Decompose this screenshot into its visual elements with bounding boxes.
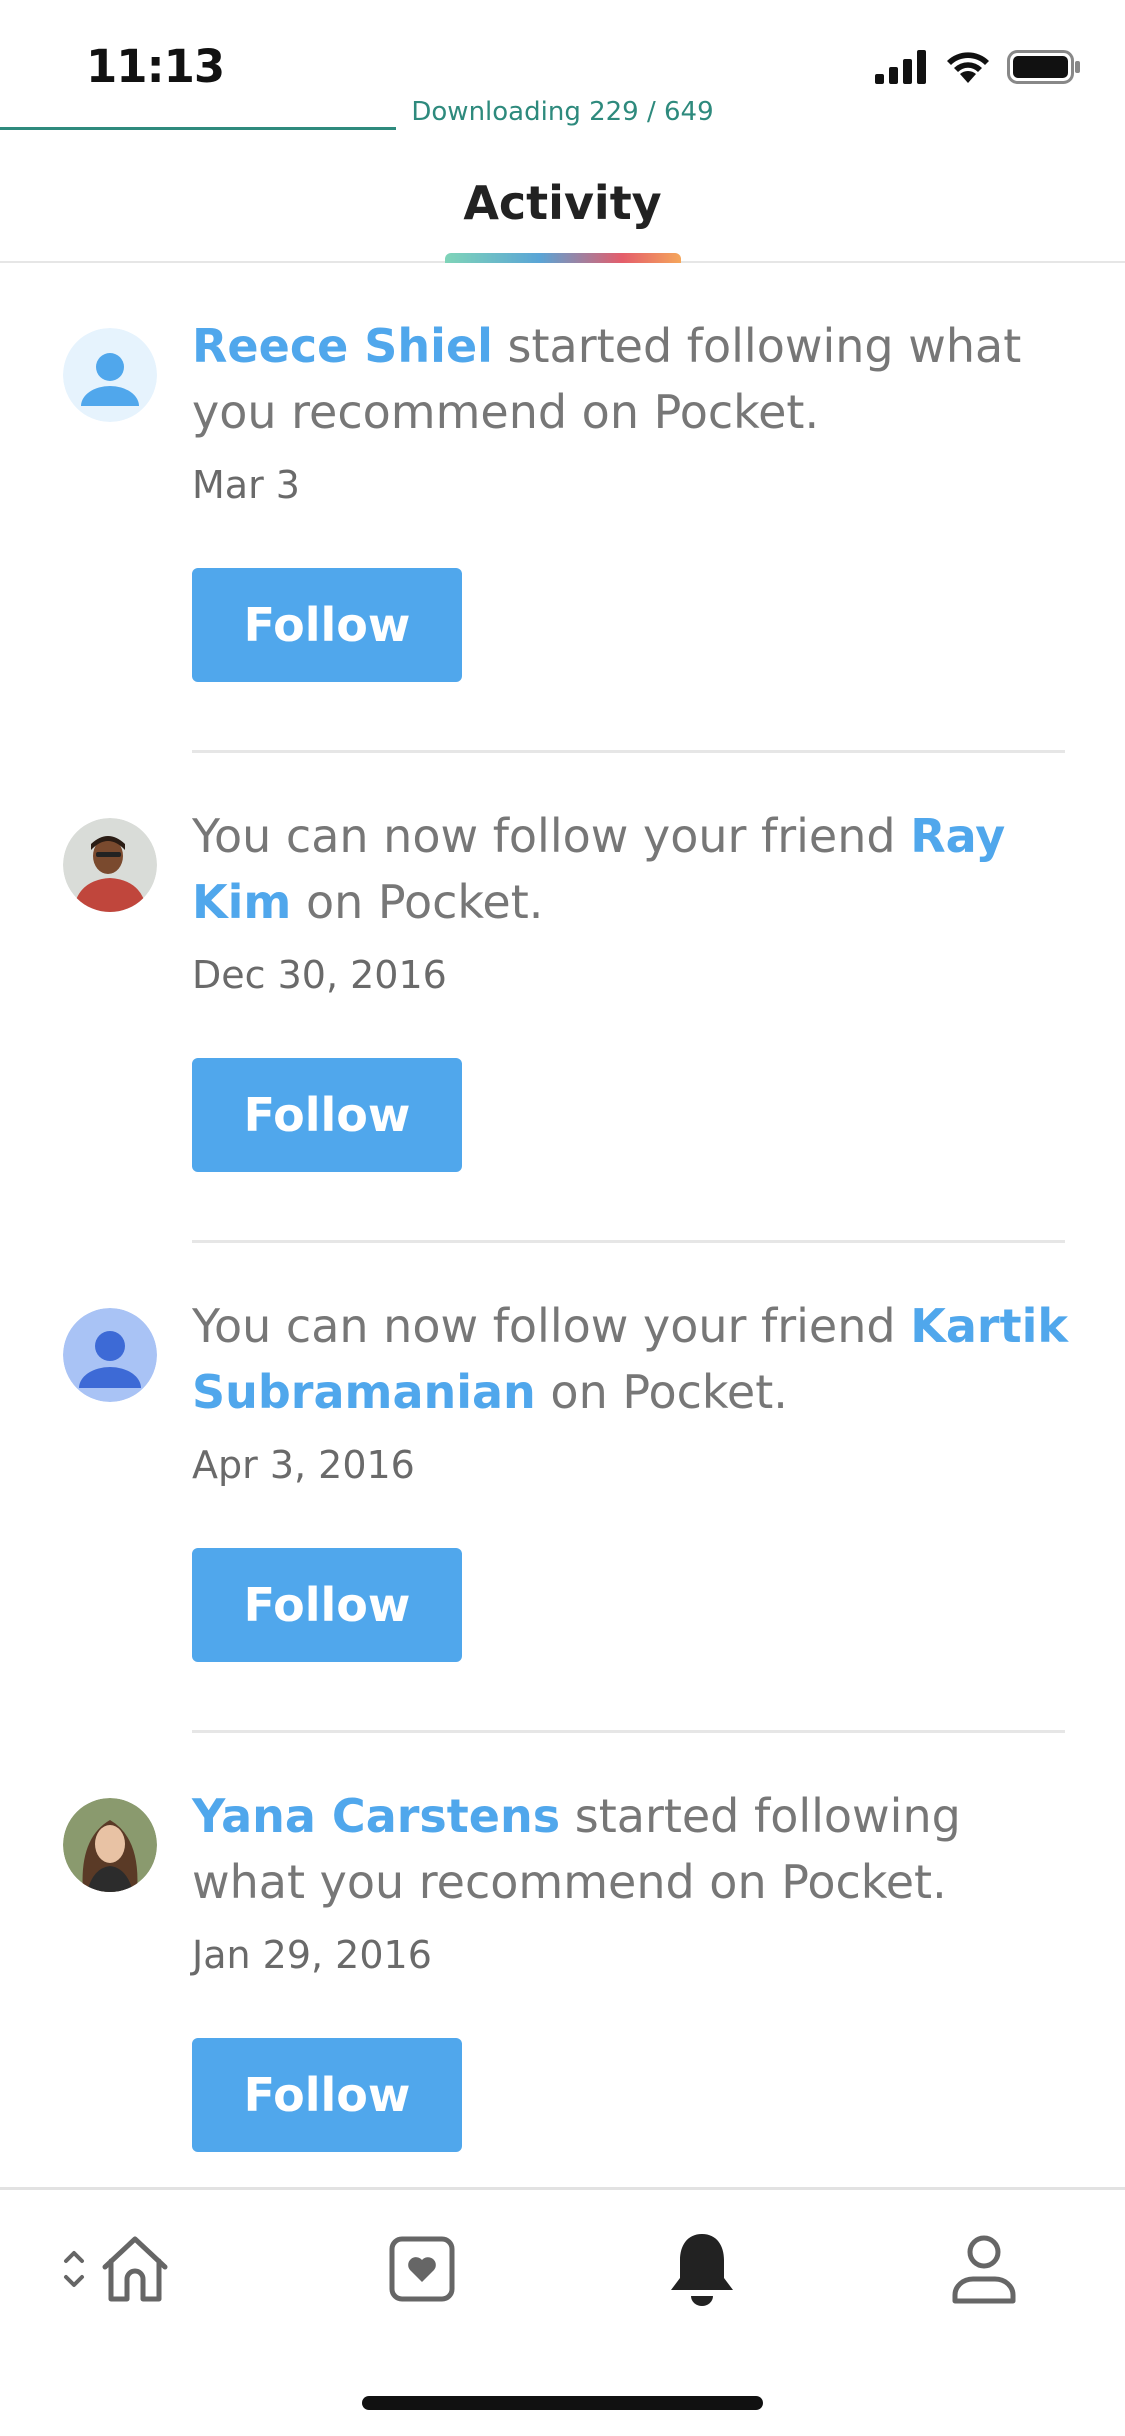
tab-home[interactable]	[52, 2226, 182, 2316]
tab-profile[interactable]	[934, 2226, 1034, 2316]
list-item: Reece Shiel started following what you r…	[0, 263, 1125, 753]
activity-message: Reece Shiel started following what you r…	[192, 313, 1072, 445]
activity-date: Dec 30, 2016	[192, 953, 447, 997]
message-suffix: on Pocket.	[291, 875, 544, 929]
user-name-link[interactable]: Yana Carstens	[192, 1789, 560, 1843]
activity-date: Apr 3, 2016	[192, 1443, 415, 1487]
activity-message: You can now follow your friend Kartik Su…	[192, 1293, 1072, 1425]
item-body: You can now follow your friend Kartik Su…	[192, 1293, 1072, 1662]
home-icon	[99, 2233, 171, 2309]
battery-icon	[1007, 50, 1081, 88]
follow-button[interactable]: Follow	[192, 1058, 462, 1172]
user-name-link[interactable]: Reece Shiel	[192, 319, 493, 373]
list-item: You can now follow your friend Ray Kim o…	[0, 753, 1125, 1243]
avatar[interactable]	[63, 818, 157, 912]
activity-message: Yana Carstens started following what you…	[192, 1783, 1072, 1915]
avatar[interactable]	[63, 1308, 157, 1402]
tab-recommendations[interactable]	[372, 2226, 472, 2316]
home-indicator[interactable]	[362, 2396, 763, 2410]
item-body: Reece Shiel started following what you r…	[192, 313, 1072, 682]
status-time: 11:13	[86, 40, 225, 93]
list-item: Yana Carstens started following what you…	[0, 1733, 1125, 2223]
cellular-signal-icon	[875, 50, 929, 88]
activity-message: You can now follow your friend Ray Kim o…	[192, 803, 1072, 935]
message-prefix: You can now follow your friend	[192, 809, 911, 863]
heart-square-icon	[388, 2235, 456, 2307]
chevron-up-down-icon	[63, 2245, 85, 2297]
wifi-icon	[945, 50, 991, 88]
bell-icon	[667, 2230, 737, 2312]
follow-button[interactable]: Follow	[192, 1548, 462, 1662]
activity-feed: Reece Shiel started following what you r…	[0, 263, 1125, 2223]
page-title: Activity	[463, 176, 662, 230]
download-progress-bar	[0, 127, 396, 130]
message-suffix: on Pocket.	[535, 1365, 788, 1419]
follow-button[interactable]: Follow	[192, 2038, 462, 2152]
tab-activity[interactable]	[652, 2226, 752, 2316]
header: Activity	[0, 150, 1125, 263]
status-icons	[875, 50, 1081, 88]
person-icon	[950, 2233, 1018, 2309]
activity-date: Jan 29, 2016	[192, 1933, 432, 1977]
follow-button[interactable]: Follow	[192, 568, 462, 682]
title-underline	[445, 253, 681, 263]
activity-date: Mar 3	[192, 463, 300, 507]
item-body: Yana Carstens started following what you…	[192, 1783, 1072, 2152]
avatar[interactable]	[63, 328, 157, 422]
download-status: Downloading 229 / 649	[411, 97, 714, 127]
message-prefix: You can now follow your friend	[192, 1299, 911, 1353]
avatar[interactable]	[63, 1798, 157, 1892]
list-item: You can now follow your friend Kartik Su…	[0, 1243, 1125, 1733]
item-body: You can now follow your friend Ray Kim o…	[192, 803, 1072, 1172]
